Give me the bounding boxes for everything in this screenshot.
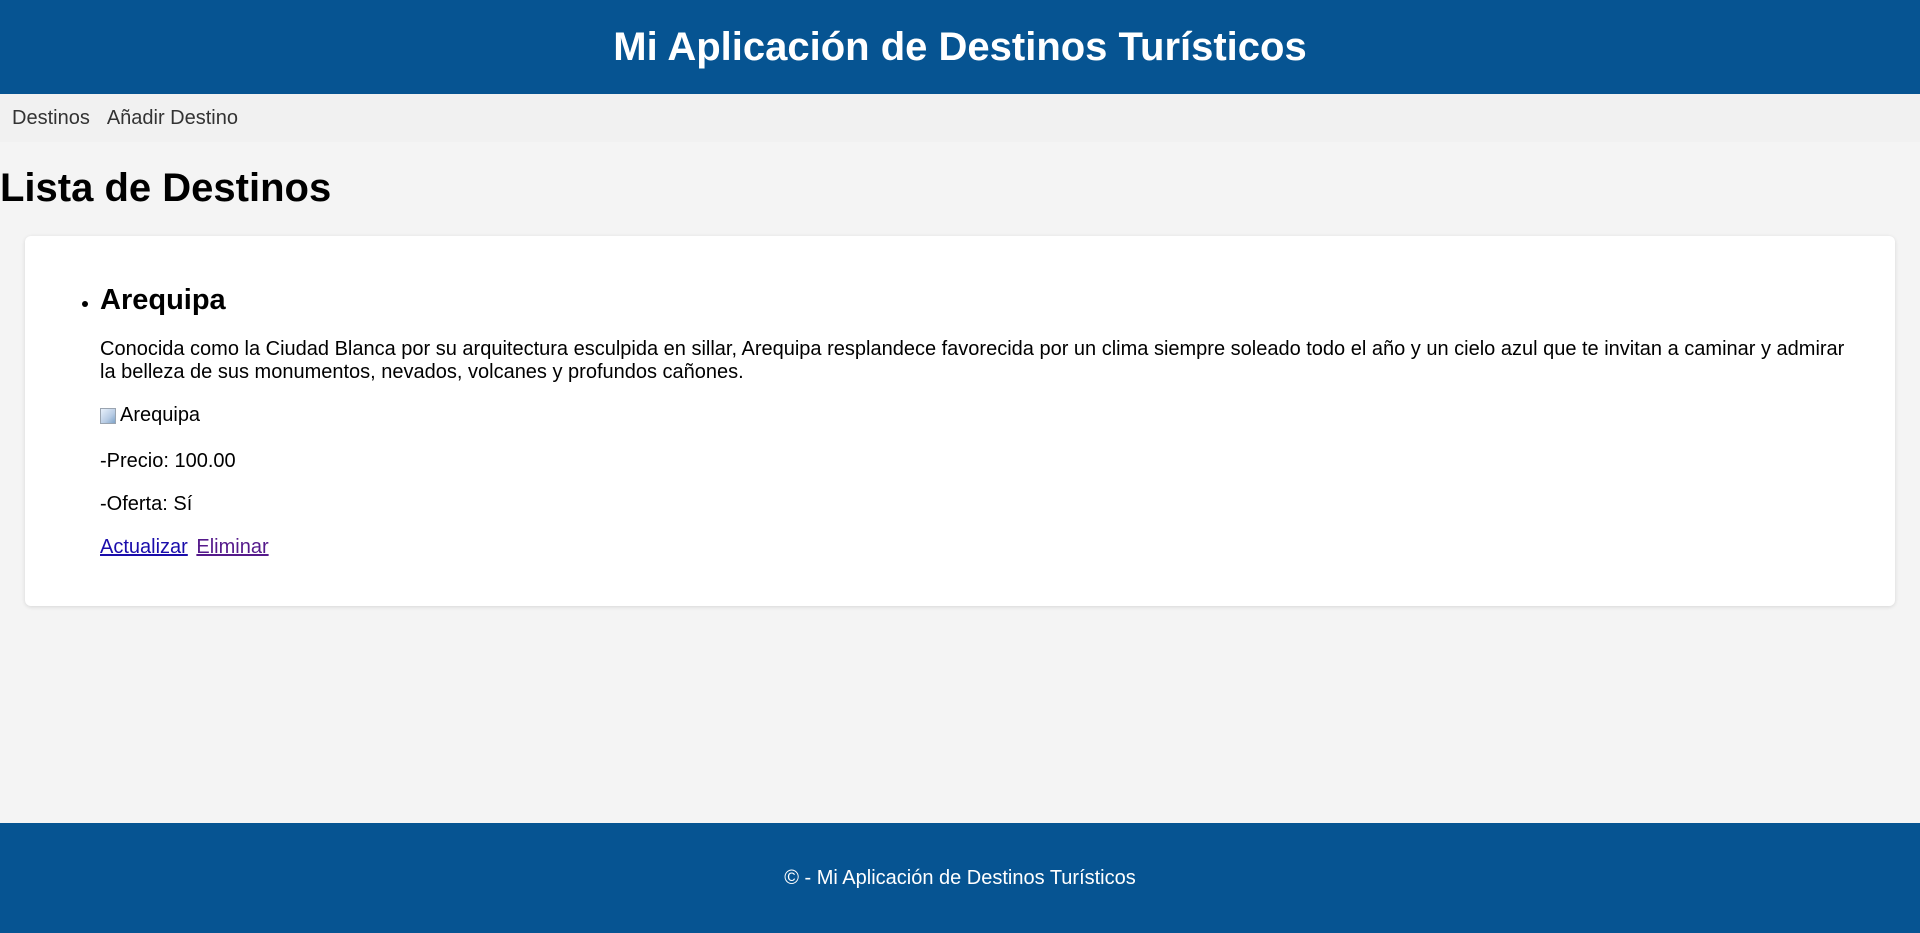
page-title: Lista de Destinos [0, 166, 332, 210]
destination-description: Conocida como la Ciudad Blanca por su ar… [100, 338, 1845, 383]
destination-image: Arequipa [100, 404, 200, 427]
delete-link[interactable]: Eliminar [196, 536, 268, 558]
destination-offer: -Oferta: Sí [100, 492, 193, 515]
destination-list: Arequipa Conocida como la Ciudad Blanca … [25, 284, 1865, 559]
destination-image-row: Arequipa [100, 404, 1865, 430]
app-footer: © - Mi Aplicación de Destinos Turísticos [0, 823, 1920, 933]
destinations-card: Arequipa Conocida como la Ciudad Blanca … [25, 236, 1895, 606]
footer-text: © - Mi Aplicación de Destinos Turísticos [784, 866, 1136, 889]
app-header: Mi Aplicación de Destinos Turísticos [0, 0, 1920, 94]
main-content: Lista de Destinos Arequipa Conocida como… [0, 166, 1920, 606]
broken-image-icon [100, 407, 116, 424]
destination-price: -Precio: 100.00 [100, 449, 236, 472]
nav-link-destinos[interactable]: Destinos [12, 107, 90, 130]
top-nav: Destinos Añadir Destino [0, 94, 1920, 142]
page: Mi Aplicación de Destinos Turísticos Des… [0, 0, 1920, 933]
app-title: Mi Aplicación de Destinos Turísticos [613, 24, 1307, 69]
nav-link-add-destination[interactable]: Añadir Destino [107, 107, 238, 130]
update-link[interactable]: Actualizar [100, 536, 188, 558]
destination-actions: Actualizar Eliminar [100, 536, 1865, 559]
destination-image-alt: Arequipa [120, 404, 201, 426]
destination-item: Arequipa Conocida como la Ciudad Blanca … [100, 284, 1865, 559]
destination-name: Arequipa [100, 284, 226, 316]
